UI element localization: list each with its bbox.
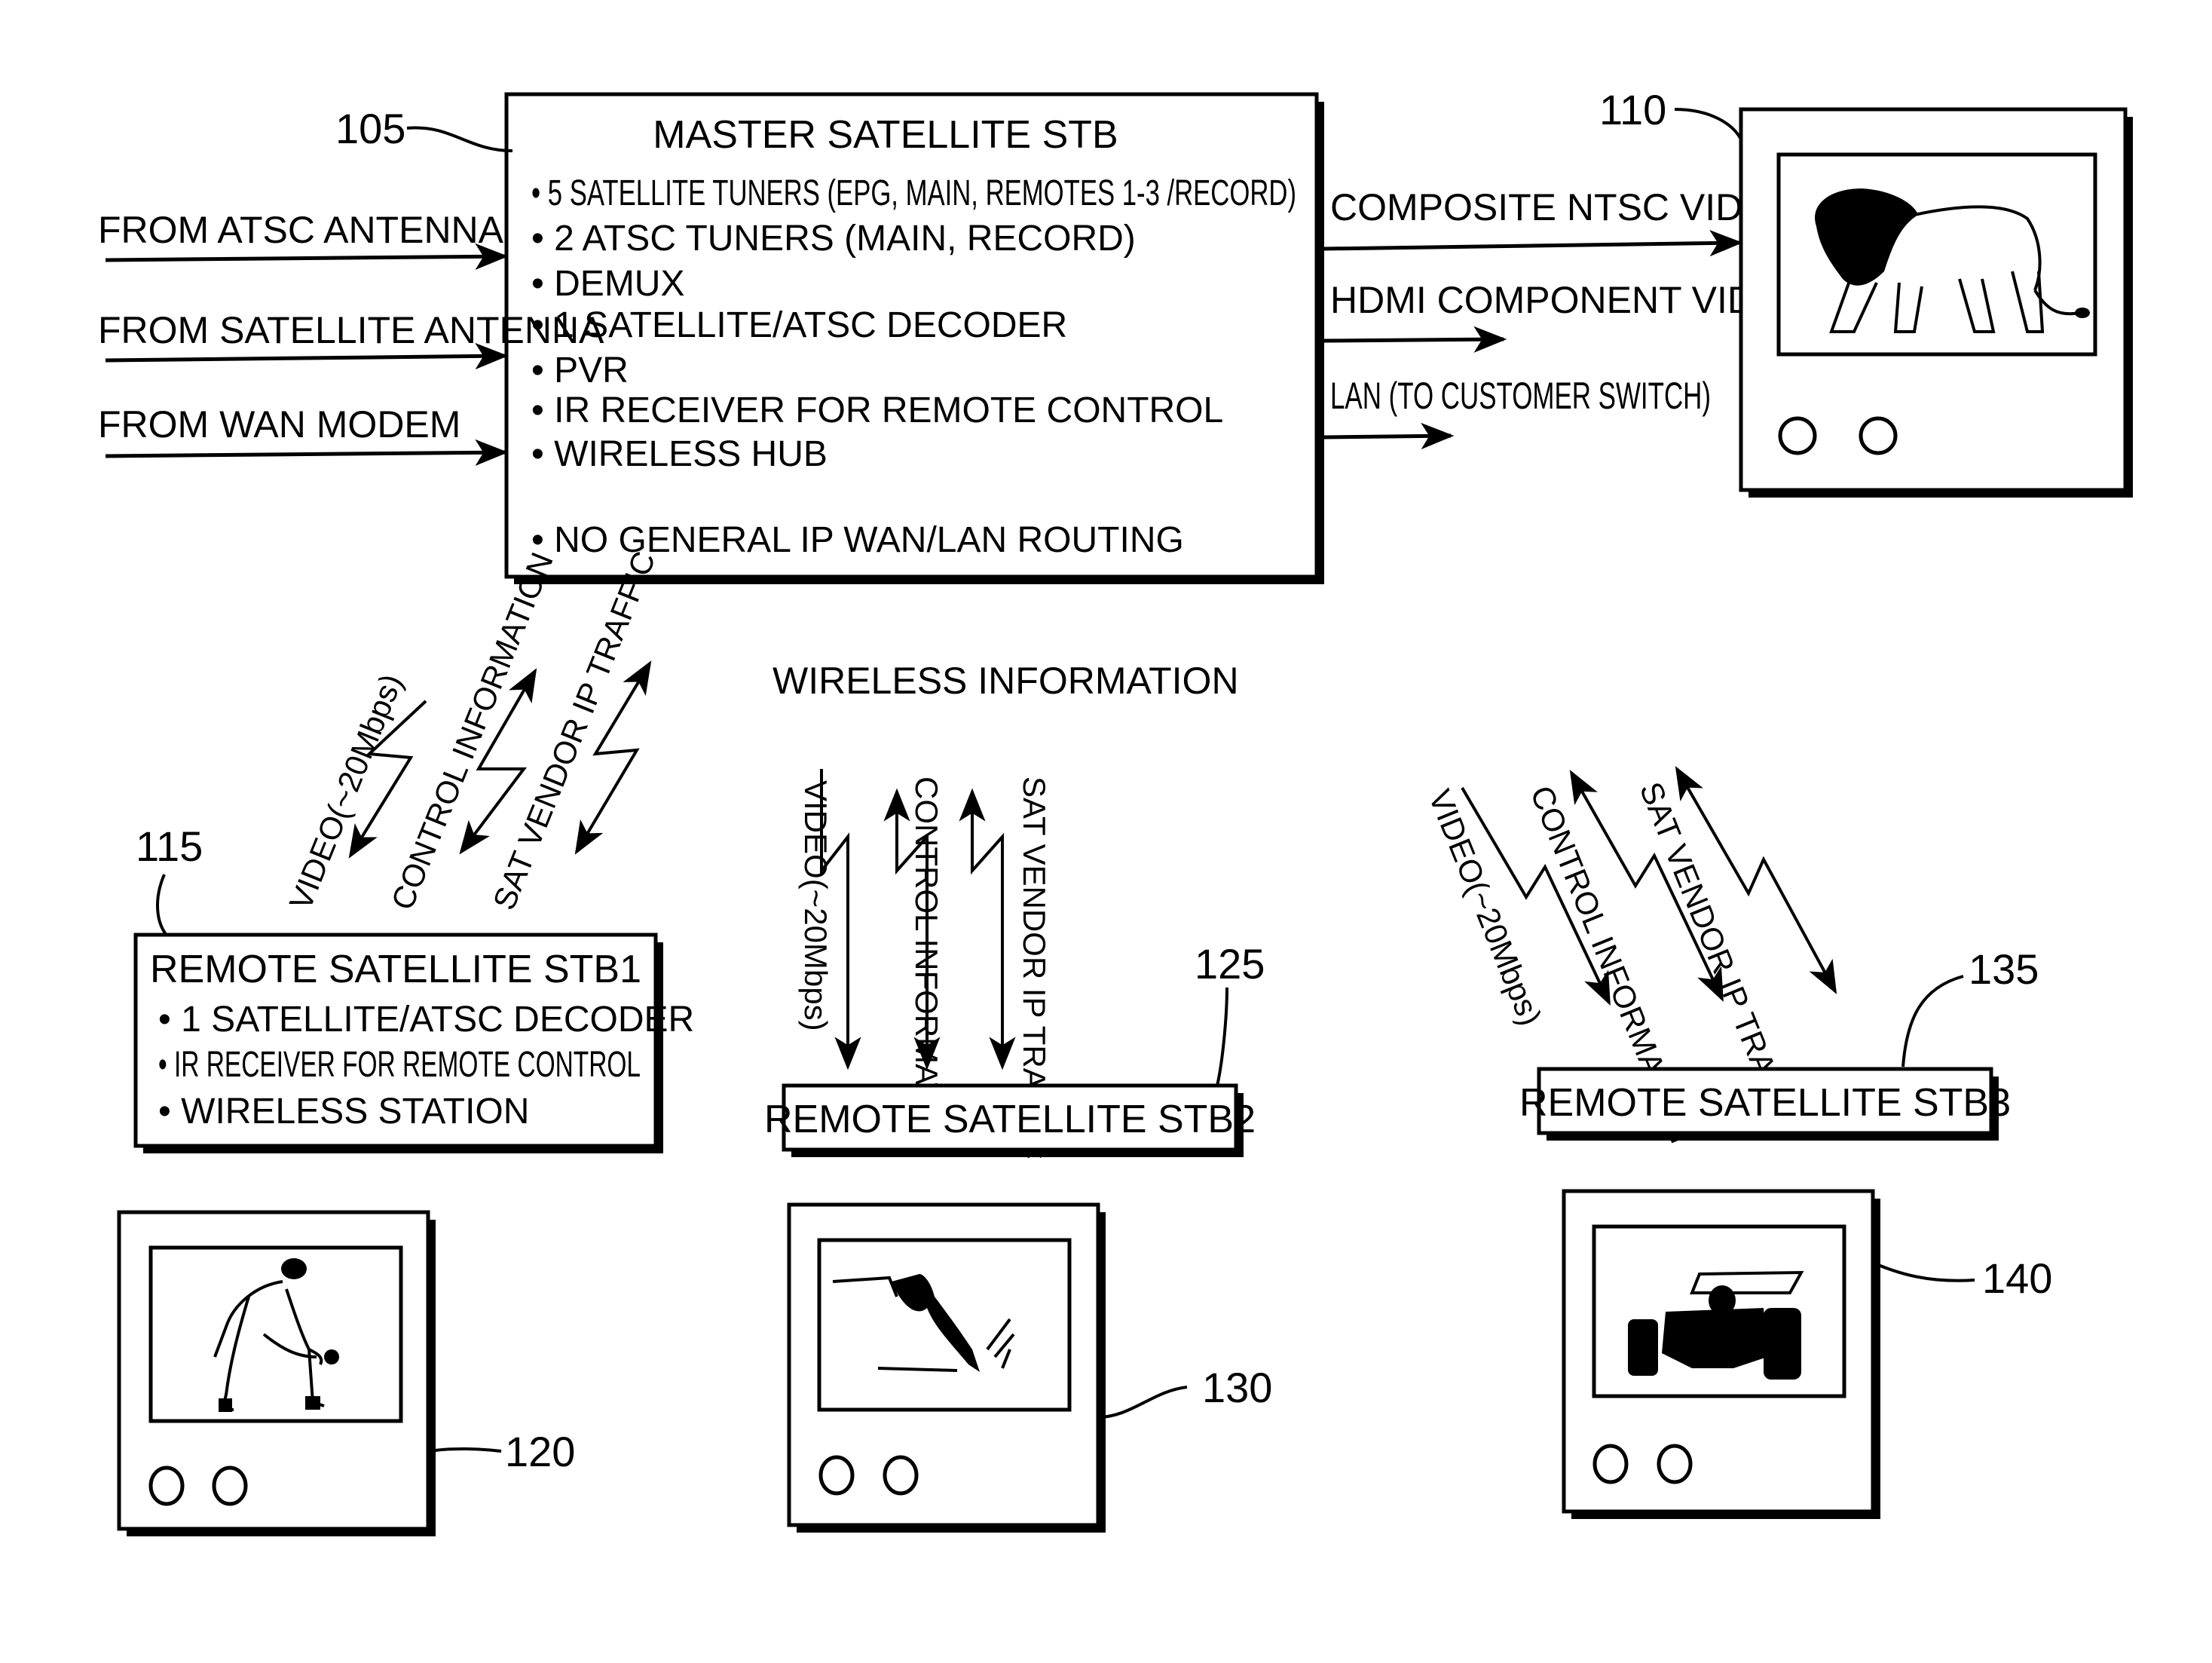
system-diagram: MASTER SATELLITE STB • 5 SATELLITE TUNER… — [98, 86, 2133, 1536]
ref-130: 130 — [1202, 1364, 1272, 1411]
master-bullet: • IR RECEIVER FOR REMOTE CONTROL — [531, 390, 1223, 430]
master-stb-title: MASTER SATELLITE STB — [653, 113, 1118, 157]
wireless-information-label: WIRELESS INFORMATION — [773, 660, 1239, 702]
input-label-atsc: FROM ATSC ANTENNA — [98, 209, 504, 251]
ref-140: 140 — [1982, 1254, 2052, 1302]
tv-110-knob — [1778, 416, 1817, 455]
ref-125: 125 — [1195, 940, 1265, 988]
master-bullet: • 2 ATSC TUNERS (MAIN, RECORD) — [531, 219, 1136, 259]
remote-stb3-title: REMOTE SATELLITE STB3 — [1519, 1081, 2011, 1125]
link-label-video-stb2: VIDEO(~20Mbps) — [798, 780, 834, 1031]
ref-135-leader — [1901, 975, 1964, 1067]
tv-130: 130 — [787, 1202, 1272, 1533]
input-arrow-satellite — [105, 342, 509, 370]
output-label-hdmi: HDMI COMPONENT VIDEO — [1330, 279, 1809, 321]
tv-110-knob — [1859, 416, 1898, 455]
tv-110-screen — [1776, 152, 2097, 357]
master-bullet: • 5 SATELLITE TUNERS (EPG, MAIN, REMOTES… — [531, 173, 1296, 213]
tv-120: 120 — [117, 1210, 575, 1536]
ref-105-leader — [406, 126, 513, 152]
tv-130-knob — [818, 1455, 855, 1496]
remote-stb1-title: REMOTE SATELLITE STB1 — [150, 948, 641, 991]
master-bullet: • DEMUX — [531, 264, 684, 304]
ref-110-leader — [1674, 108, 1742, 140]
output-arrow-composite — [1323, 229, 1743, 257]
ref-110: 110 — [1599, 86, 1666, 133]
ref-140-leader — [1872, 1261, 1975, 1282]
ref-125-leader — [1216, 987, 1228, 1086]
input-arrow-atsc — [105, 243, 509, 270]
tv-120-screen — [148, 1245, 403, 1423]
ref-135: 135 — [1969, 945, 2039, 993]
remote-stb1-bullet: • WIRELESS STATION — [158, 1092, 529, 1132]
output-label-lan: LAN (TO CUSTOMER SWITCH) — [1330, 375, 1711, 417]
remote-stb1-bullet: • IR RECEIVER FOR REMOTE CONTROL — [158, 1045, 641, 1085]
link-label-video-stb3: VIDEO(~20Mbps) — [1422, 785, 1549, 1031]
tv-120-knob — [148, 1465, 185, 1506]
master-bullet: • 1 SATELLITE/ATSC DECODER — [531, 305, 1067, 345]
link-arrow-satvendor-stb2 — [959, 788, 1016, 1070]
ref-120-leader — [429, 1447, 502, 1453]
input-label-satellite: FROM SATELLITE ANTENNA — [98, 309, 604, 351]
outputs: COMPOSITE NTSC VIDEO HDMI COMPONENT VIDE… — [1323, 186, 1809, 450]
ref-115: 115 — [136, 822, 203, 870]
remote-stb1-bullet: • 1 SATELLITE/ATSC DECODER — [158, 1000, 694, 1040]
tv-140-knob — [1657, 1444, 1693, 1484]
master-bullet: • WIRELESS HUB — [531, 434, 828, 474]
input-label-wan: FROM WAN MODEM — [98, 403, 460, 446]
tv-130-knob — [883, 1455, 919, 1496]
master-bullet: • PVR — [531, 351, 629, 390]
ref-130-leader — [1097, 1386, 1188, 1419]
output-arrow-lan — [1323, 422, 1455, 450]
stb1-links: VIDEO(~20Mbps) CONTROL INFORMATION SAT V… — [283, 547, 662, 915]
output-label-composite: COMPOSITE NTSC VIDEO — [1330, 186, 1797, 228]
ref-115-leader — [156, 874, 171, 940]
tv-140: 140 — [1562, 1189, 2052, 1519]
ref-120: 120 — [505, 1428, 575, 1475]
ref-105: 105 — [335, 105, 405, 152]
input-arrow-wan — [105, 439, 509, 466]
remote-stb2: 125 REMOTE SATELLITE STB2 — [764, 940, 1265, 1157]
output-arrow-hdmi — [1323, 326, 1507, 353]
tv-120-knob — [212, 1465, 248, 1506]
remote-stb2-title: REMOTE SATELLITE STB2 — [764, 1098, 1256, 1141]
tv-140-knob — [1592, 1444, 1629, 1484]
